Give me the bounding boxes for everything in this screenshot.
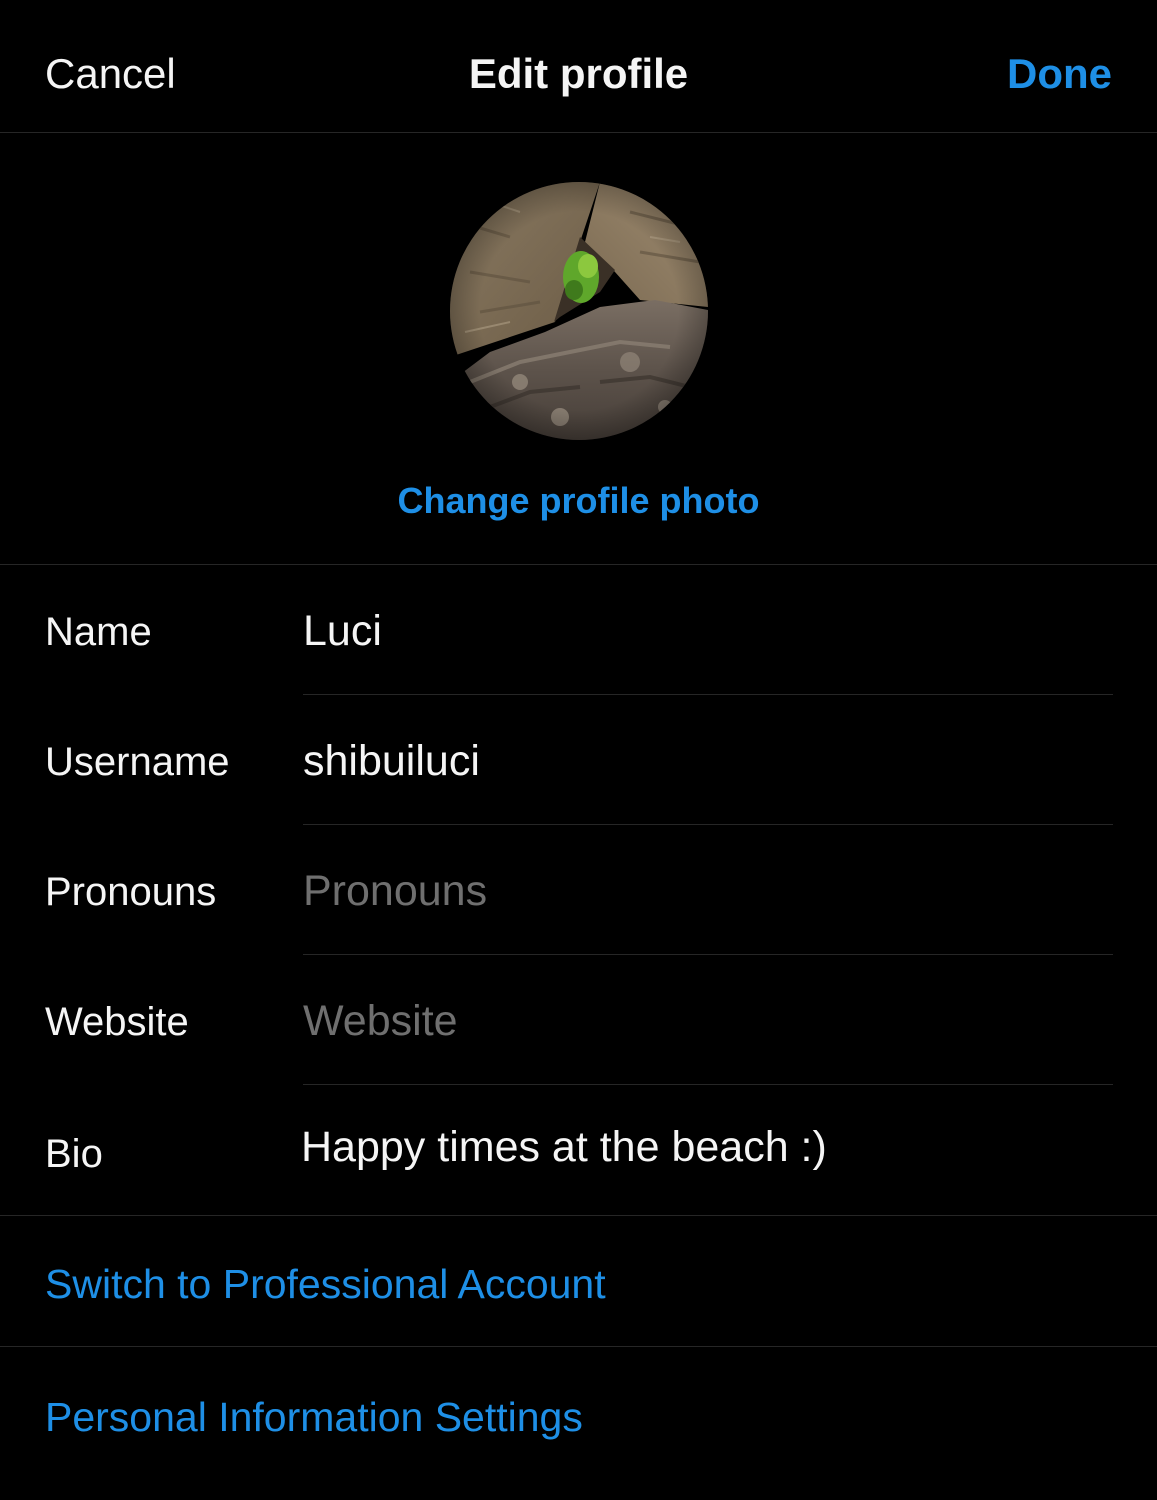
- done-button[interactable]: Done: [1007, 46, 1112, 102]
- profile-photo-avatar[interactable]: [450, 182, 708, 440]
- switch-to-professional-link[interactable]: Switch to Professional Account: [45, 1258, 606, 1310]
- bio-field[interactable]: [301, 1119, 1111, 1175]
- bio-label: Bio: [45, 1132, 103, 1176]
- name-label: Name: [45, 610, 152, 654]
- profile-photo-section: Change profile photo: [0, 133, 1157, 565]
- header-bar: Cancel Edit profile Done: [0, 0, 1157, 133]
- avatar-photo-image: [450, 182, 708, 440]
- username-label: Username: [45, 740, 230, 784]
- website-row: Website: [0, 955, 1157, 1085]
- personal-info-row: Personal Information Settings: [0, 1347, 1157, 1478]
- bio-row: Bio: [0, 1085, 1157, 1215]
- name-row: Name: [0, 565, 1157, 695]
- change-profile-photo-button[interactable]: Change profile photo: [0, 478, 1157, 524]
- page-title: Edit profile: [468, 50, 689, 97]
- website-label: Website: [45, 1000, 189, 1044]
- name-field[interactable]: [303, 603, 1113, 659]
- edit-profile-screen: Cancel Edit profile Done Change profile …: [0, 0, 1157, 1500]
- username-row: Username: [0, 695, 1157, 825]
- pronouns-row: Pronouns: [0, 825, 1157, 955]
- pronouns-label: Pronouns: [45, 870, 217, 914]
- username-field[interactable]: [303, 733, 1113, 789]
- website-field[interactable]: [303, 993, 1113, 1049]
- professional-account-row: Switch to Professional Account: [0, 1216, 1157, 1347]
- personal-information-settings-link[interactable]: Personal Information Settings: [45, 1391, 583, 1443]
- pronouns-field[interactable]: [303, 863, 1113, 919]
- profile-fields: Name Username Pronouns Website Bio: [0, 565, 1157, 1216]
